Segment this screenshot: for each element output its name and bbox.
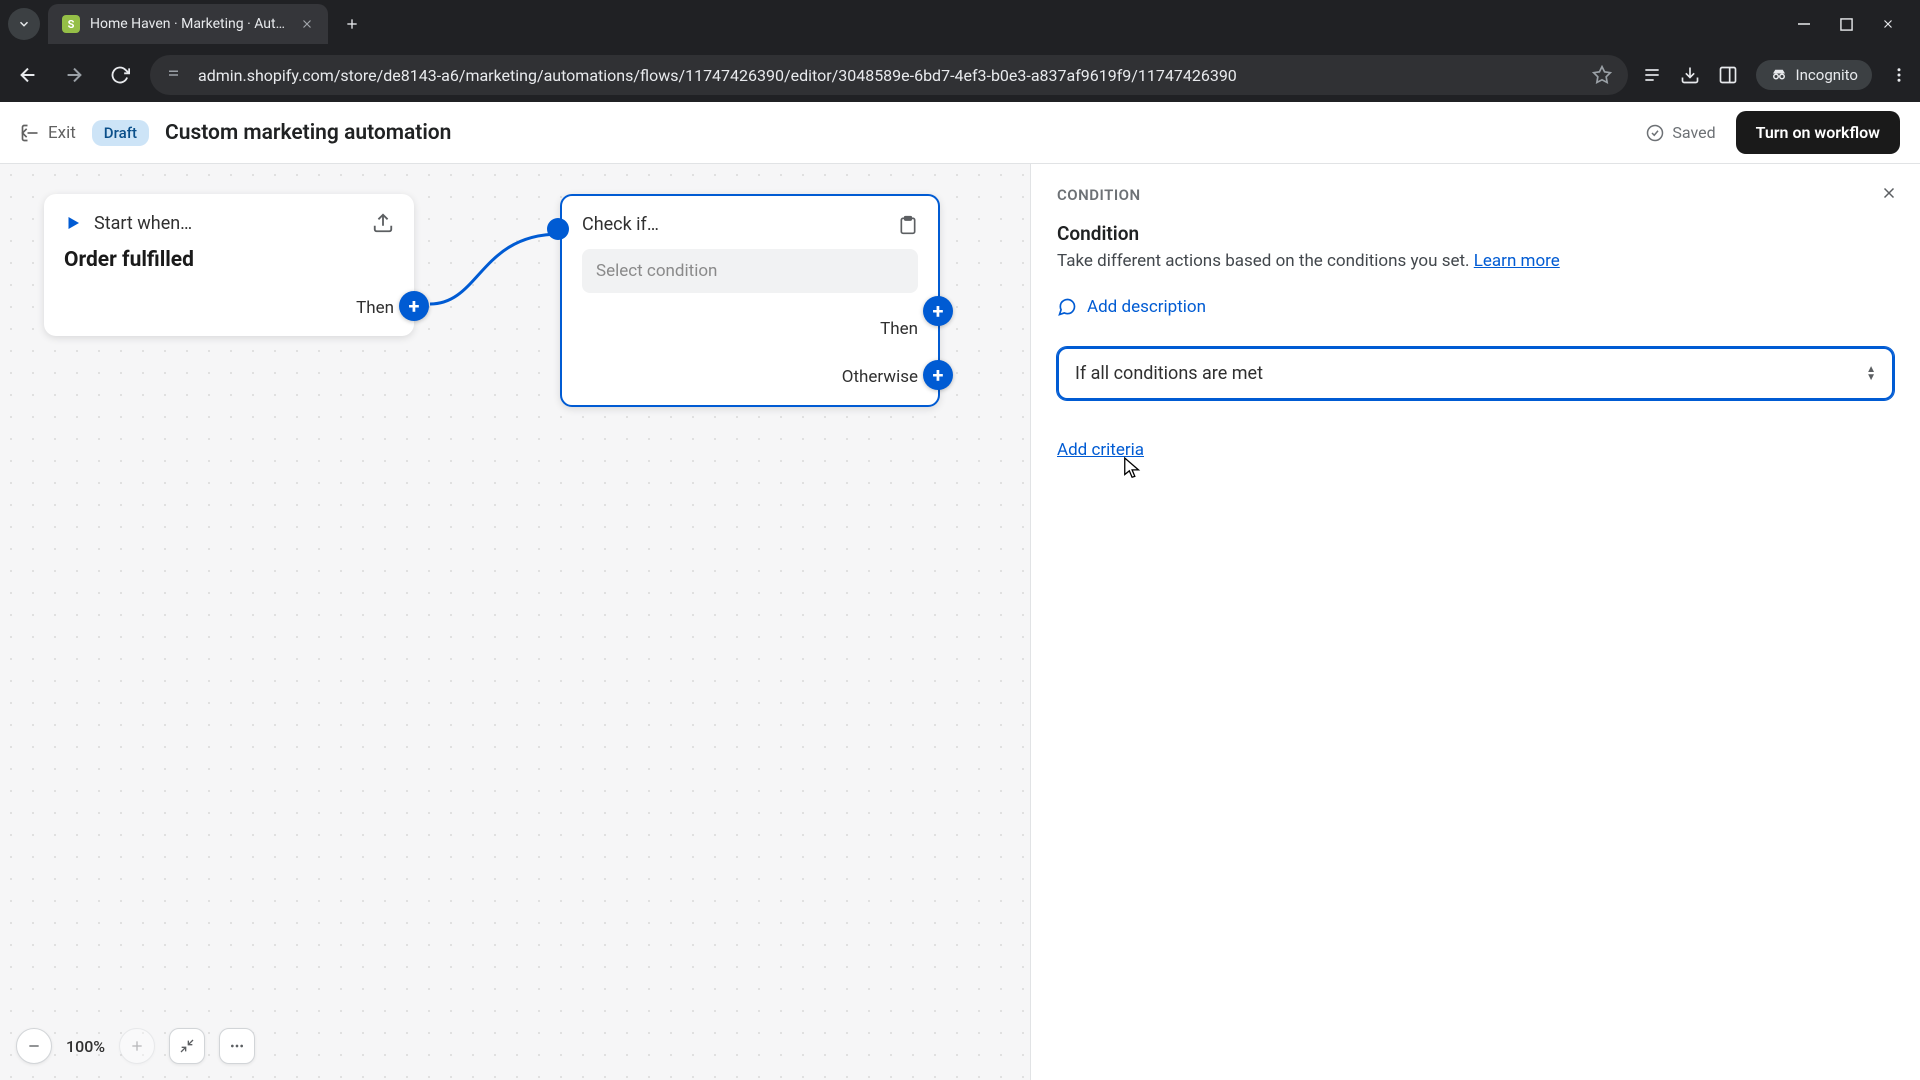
exit-button[interactable]: Exit [20, 123, 76, 143]
close-panel-button[interactable] [1880, 184, 1898, 202]
saved-indicator: Saved [1646, 123, 1715, 142]
check-then-label: Then [582, 319, 918, 339]
url-text: admin.shopify.com/store/de8143-a6/market… [198, 66, 1578, 85]
canvas-toolbar: 100% [16, 1028, 255, 1064]
url-box[interactable]: admin.shopify.com/store/de8143-a6/market… [150, 55, 1628, 95]
more-canvas-actions[interactable] [219, 1028, 255, 1064]
check-node-heading: Check if… [582, 214, 659, 235]
select-condition-placeholder[interactable]: Select condition [582, 249, 918, 293]
then-port[interactable]: + [923, 296, 953, 326]
downloads-icon[interactable] [1680, 65, 1700, 85]
shopify-favicon [62, 15, 80, 33]
add-description-button[interactable]: Add description [1057, 297, 1894, 317]
window-controls [1796, 17, 1912, 31]
add-criteria-link[interactable]: Add criteria [1057, 440, 1144, 460]
reload-button[interactable] [104, 59, 136, 91]
site-info-icon[interactable] [166, 66, 184, 84]
forward-button[interactable] [58, 59, 90, 91]
start-then-label: Then [64, 298, 394, 318]
browser-chrome: Home Haven · Marketing · Aut… admin.shop… [0, 0, 1920, 102]
condition-panel: CONDITION Condition Take different actio… [1030, 164, 1920, 1080]
select-arrows-icon: ▲▼ [1866, 366, 1876, 382]
condition-mode-select[interactable]: If all conditions are met ▲▼ [1057, 347, 1894, 400]
close-tab-icon[interactable] [300, 17, 314, 31]
tab-search-dropdown[interactable] [8, 8, 40, 40]
import-icon[interactable] [372, 212, 394, 234]
add-step-port[interactable]: + [399, 291, 429, 321]
check-otherwise-label: Otherwise [582, 367, 918, 387]
play-icon [64, 214, 82, 232]
app-header: Exit Draft Custom marketing automation S… [0, 102, 1920, 164]
toolbar-right: Incognito [1642, 60, 1908, 90]
bookmark-icon[interactable] [1592, 65, 1612, 85]
side-panel-icon[interactable] [1718, 65, 1738, 85]
add-description-label: Add description [1087, 297, 1206, 317]
condition-mode-value: If all conditions are met [1075, 363, 1263, 384]
trigger-name: Order fulfilled [64, 248, 394, 272]
maximize-button[interactable] [1838, 17, 1854, 31]
otherwise-port[interactable]: + [923, 360, 953, 390]
panel-section-label: CONDITION [1057, 186, 1894, 204]
turn-on-workflow-button[interactable]: Turn on workflow [1736, 111, 1900, 154]
zoom-out-button[interactable] [16, 1028, 52, 1064]
browser-menu-icon[interactable] [1890, 66, 1908, 84]
new-tab-button[interactable] [336, 8, 368, 40]
start-node-heading: Start when… [94, 213, 192, 234]
tab-title: Home Haven · Marketing · Aut… [90, 16, 285, 32]
fit-view-button[interactable] [169, 1028, 205, 1064]
zoom-in-button[interactable] [119, 1028, 155, 1064]
workflow-canvas[interactable]: Start when… Order fulfilled Then + Check… [0, 164, 1030, 1080]
learn-more-link[interactable]: Learn more [1474, 251, 1560, 271]
media-control-icon[interactable] [1642, 65, 1662, 85]
start-node[interactable]: Start when… Order fulfilled Then + [44, 194, 414, 336]
address-bar: admin.shopify.com/store/de8143-a6/market… [0, 48, 1920, 102]
tab-bar: Home Haven · Marketing · Aut… [0, 0, 1920, 48]
saved-label: Saved [1672, 123, 1715, 142]
panel-description: Take different actions based on the cond… [1057, 251, 1894, 271]
zoom-level: 100% [66, 1037, 105, 1056]
status-badge: Draft [92, 120, 149, 146]
back-button[interactable] [12, 59, 44, 91]
panel-title: Condition [1057, 222, 1894, 245]
check-node[interactable]: Check if… Select condition Then Otherwis… [560, 194, 940, 407]
incognito-label: Incognito [1796, 66, 1858, 84]
minimize-button[interactable] [1796, 17, 1812, 31]
clipboard-icon[interactable] [898, 215, 918, 235]
exit-label: Exit [48, 123, 76, 143]
main: Start when… Order fulfilled Then + Check… [0, 164, 1920, 1080]
close-window-button[interactable] [1880, 17, 1896, 31]
browser-tab[interactable]: Home Haven · Marketing · Aut… [48, 4, 328, 44]
incognito-indicator[interactable]: Incognito [1756, 60, 1872, 90]
input-port [547, 218, 569, 240]
page-title: Custom marketing automation [165, 121, 451, 145]
